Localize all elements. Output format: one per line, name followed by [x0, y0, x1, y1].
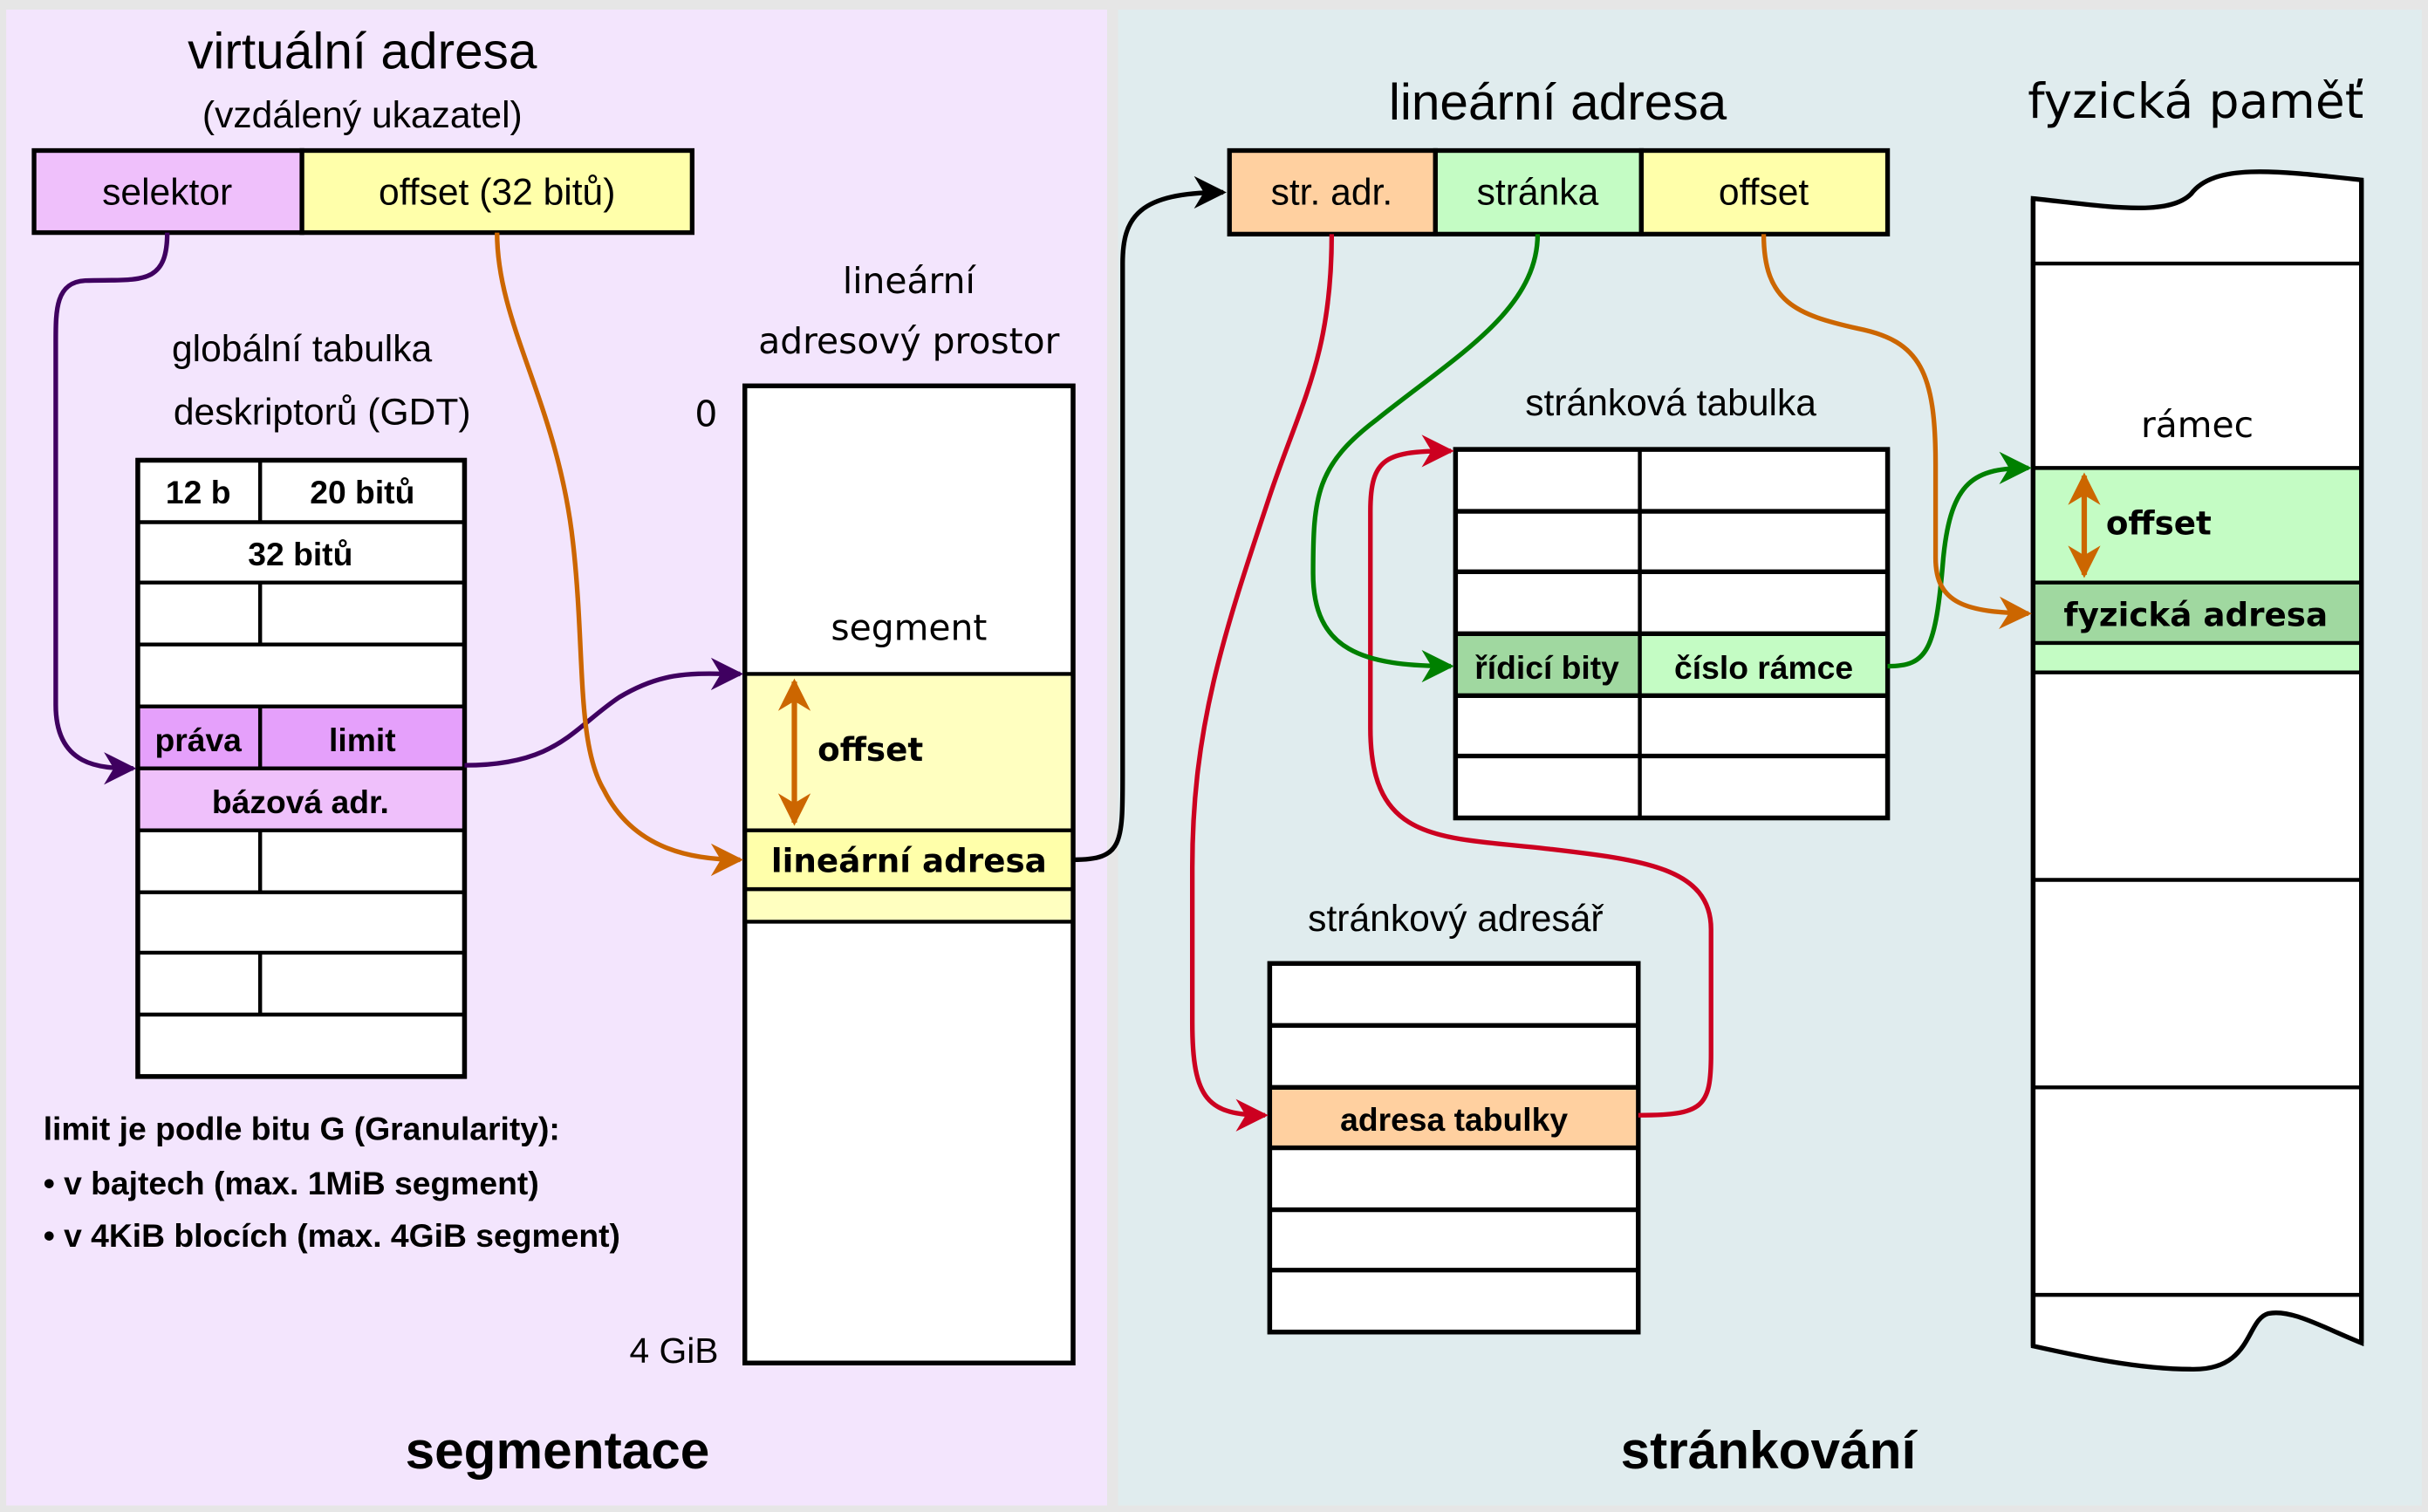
physical-memory-title: fyzická paměť: [2028, 73, 2363, 129]
memory-column: [2030, 169, 2364, 1372]
gdt-header-32bits: 32 bitů: [248, 536, 352, 572]
virtual-address-subtitle: (vzdálený ukazatel): [202, 94, 523, 136]
gdt-title-line1: globální tabulka: [172, 328, 433, 370]
linear-space-title-line2: adresový prostor: [758, 320, 1059, 362]
page-offset-field-label: offset: [1719, 172, 1809, 214]
gdt-table: 12 b 20 bitů 32 bitů práva limit bázová …: [135, 457, 468, 1079]
note-title: limit je podle bitu G (Granularity):: [44, 1111, 560, 1147]
linear-space-end-label: 4 GiB: [629, 1331, 718, 1371]
page-directory-title: stránkový adresář: [1308, 898, 1604, 940]
linear-address-label: lineární adresa: [771, 842, 1047, 880]
control-bits-label: řídicí bity: [1474, 649, 1619, 686]
linear-address-title: lineární adresa: [1389, 74, 1727, 131]
linear-address-space: segment offset lineární adresa: [742, 383, 1076, 1365]
linear-address-register: str. adr. stránka offset: [1227, 147, 1891, 237]
gdt-header-12b: 12 b: [166, 474, 231, 510]
note-item: • v 4KiB blocích (max. 4GiB segment): [44, 1217, 620, 1254]
virtual-address-title: virtuální adresa: [188, 23, 537, 79]
offset-label: offset (32 bitů): [379, 172, 615, 214]
paging-segmentation-diagram: virtuální adresa (vzdálený ukazatel) sel…: [0, 0, 2428, 1512]
segment-offset-label: offset: [817, 730, 923, 769]
segment-label: segment: [831, 606, 987, 648]
paging-section-label: stránkování: [1621, 1420, 1918, 1480]
table-address-label: adresa tabulky: [1340, 1101, 1568, 1138]
linear-space-start-label: 0: [694, 393, 717, 434]
page-field-label: stránka: [1477, 172, 1599, 214]
linear-space-title-line1: lineární: [843, 260, 977, 302]
diagram-canvas: virtuální adresa (vzdálený ukazatel) sel…: [0, 0, 2428, 1512]
descriptor-rights: práva: [154, 722, 242, 758]
physical-address-label: fyzická adresa: [2063, 595, 2328, 633]
page-table: řídicí bity číslo rámce: [1453, 447, 1891, 821]
frame-offset-label: offset: [2106, 504, 2212, 543]
directory-field-label: str. adr.: [1271, 172, 1393, 214]
granularity-note: limit je podle bitu G (Granularity): • v…: [44, 1111, 620, 1254]
page-directory: adresa tabulky: [1267, 961, 1641, 1335]
segmentation-section-label: segmentace: [406, 1420, 710, 1480]
selector-label: selektor: [102, 172, 232, 214]
descriptor-limit: limit: [329, 722, 396, 758]
gdt-header-20bits: 20 bitů: [310, 474, 414, 510]
virtual-address-register: selektor offset (32 bitů): [31, 147, 695, 236]
gdt-title-line2: deskriptorů (GDT): [174, 392, 471, 434]
physical-memory: rámec offset fyzická adresa: [2030, 169, 2364, 1372]
note-item: • v bajtech (max. 1MiB segment): [44, 1165, 539, 1201]
frame-number-label: číslo rámce: [1674, 649, 1853, 686]
frame-label: rámec: [2141, 404, 2254, 446]
descriptor-base-address: bázová adr.: [212, 783, 389, 820]
page-table-title: stránková tabulka: [1525, 382, 1816, 424]
